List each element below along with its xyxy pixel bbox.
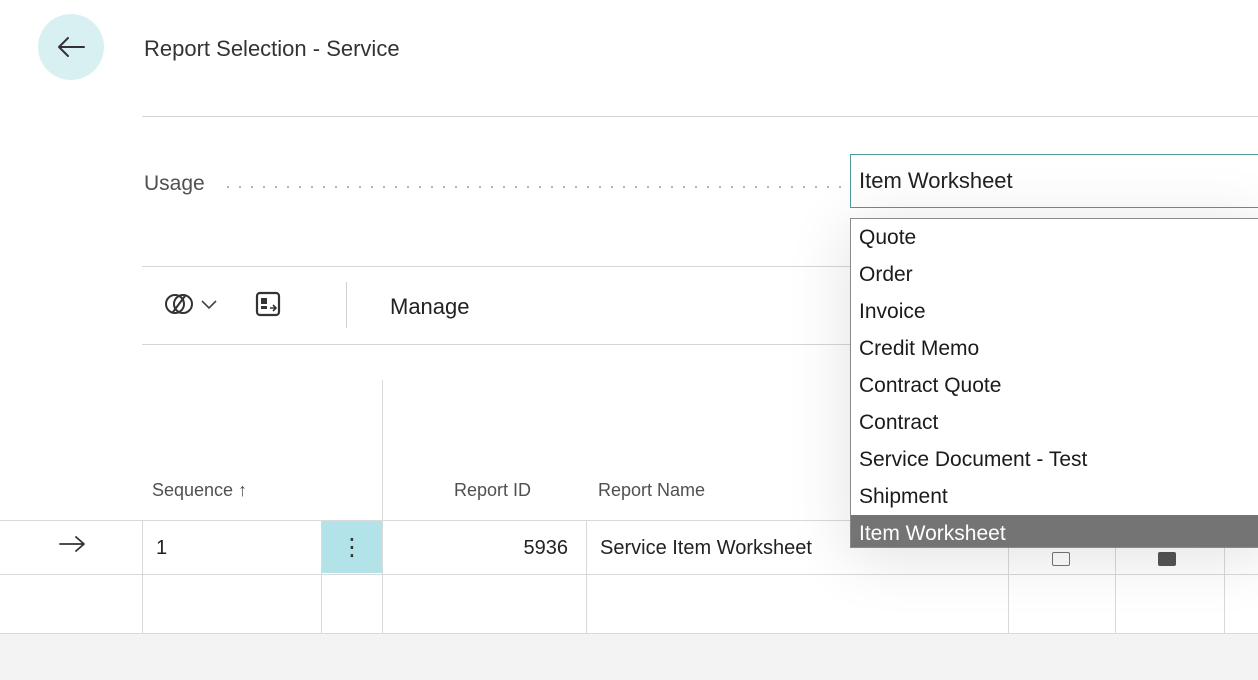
row-actions-button[interactable]: ⋮	[322, 521, 382, 573]
dropdown-option-contract-quote[interactable]: Contract Quote	[851, 367, 1258, 404]
cell-report-name[interactable]: Service Item Worksheet	[600, 537, 812, 560]
cell-sequence[interactable]: 1	[156, 537, 167, 560]
dropdown-option-shipment[interactable]: Shipment	[851, 478, 1258, 515]
dropdown-option-service-document-test[interactable]: Service Document - Test	[851, 441, 1258, 478]
column-header-report-name[interactable]: Report Name	[598, 480, 705, 501]
dropdown-option-contract[interactable]: Contract	[851, 404, 1258, 441]
usage-select[interactable]: Item Worksheet	[850, 154, 1258, 208]
current-row-arrow-icon	[58, 532, 88, 561]
chevron-down-icon[interactable]	[200, 298, 218, 310]
footer-band	[0, 634, 1258, 680]
more-vertical-icon: ⋮	[340, 533, 364, 561]
dropdown-option-invoice[interactable]: Invoice	[851, 293, 1258, 330]
manage-menu[interactable]: Manage	[390, 294, 470, 320]
personalize-icon[interactable]	[254, 290, 282, 318]
row-checkbox-checked[interactable]	[1158, 552, 1176, 566]
header-divider	[142, 116, 1258, 117]
grid-divider	[586, 520, 587, 634]
column-header-report-id[interactable]: Report ID	[454, 480, 531, 501]
actions-top-divider	[142, 266, 850, 267]
back-button[interactable]	[38, 14, 104, 80]
dropdown-option-quote[interactable]: Quote	[851, 219, 1258, 256]
dropdown-option-item-worksheet[interactable]: Item Worksheet	[851, 515, 1258, 547]
actions-bottom-divider	[142, 344, 850, 345]
page-title: Report Selection - Service	[144, 36, 400, 61]
dropdown-option-credit-memo[interactable]: Credit Memo	[851, 330, 1258, 367]
copilot-icon[interactable]	[164, 290, 194, 318]
row-divider	[0, 574, 1258, 575]
dropdown-option-order[interactable]: Order	[851, 256, 1258, 293]
grid-divider	[142, 520, 143, 634]
row-checkbox[interactable]	[1052, 552, 1070, 566]
back-arrow-icon	[58, 37, 85, 57]
action-bar-left	[164, 290, 282, 318]
column-header-sequence[interactable]: Sequence ↑	[152, 480, 247, 501]
cell-report-id[interactable]: 5936	[494, 537, 569, 560]
usage-dropdown-list: Quote Order Invoice Credit Memo Contract…	[850, 218, 1258, 548]
usage-label: Usage	[144, 172, 205, 195]
usage-leader-dots	[222, 186, 842, 188]
grid-divider	[382, 380, 383, 634]
action-bar-separator	[346, 282, 347, 328]
